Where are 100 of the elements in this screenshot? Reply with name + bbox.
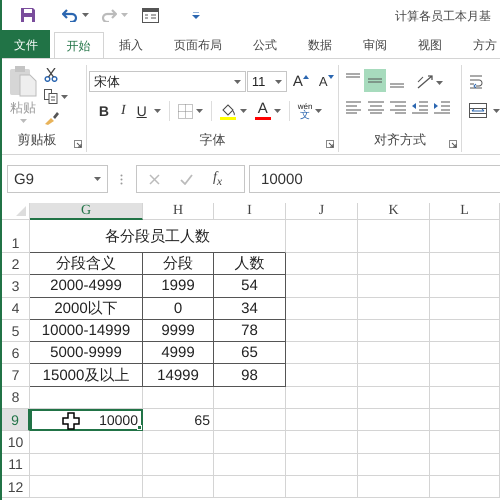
table-cell: [430, 275, 500, 298]
dialog-launcher-icon[interactable]: [326, 140, 334, 148]
table-cell: [214, 431, 286, 454]
table-cell: 分段: [143, 253, 214, 276]
caret-icon: [121, 13, 128, 17]
caret-icon: [61, 94, 68, 98]
borders-icon[interactable]: [178, 104, 193, 118]
ribbon-tab[interactable]: 视图: [402, 30, 458, 58]
row-header[interactable]: 7: [2, 364, 30, 387]
ribbon-tab[interactable]: 方方: [458, 30, 500, 58]
decrease-indent-icon[interactable]: [411, 100, 430, 114]
row-header[interactable]: 10: [2, 431, 30, 454]
ribbon-tab[interactable]: 插入: [104, 30, 158, 58]
font-color-button[interactable]: A: [254, 102, 271, 120]
row-header[interactable]: 6: [2, 342, 30, 364]
form-icon[interactable]: [142, 8, 159, 22]
table-cell: [430, 409, 500, 432]
table-cell: [286, 275, 358, 298]
copy-icon[interactable]: [44, 89, 58, 104]
table-cell: [214, 409, 286, 432]
caret-icon: [196, 109, 203, 113]
fill-color-icon[interactable]: [220, 102, 237, 120]
row-header[interactable]: 5: [2, 320, 30, 342]
table-cell: 2000-4999: [30, 275, 143, 298]
name-box[interactable]: G9: [7, 165, 108, 193]
table-cell: 9999: [143, 320, 214, 342]
table-cell: [358, 253, 430, 276]
row-header[interactable]: 1: [2, 220, 30, 253]
format-painter-icon[interactable]: [44, 111, 60, 125]
orientation-icon[interactable]: [416, 72, 434, 88]
customize-icon[interactable]: [192, 12, 200, 18]
table-cell: [358, 275, 430, 298]
ribbon-tab[interactable]: 公式: [238, 30, 292, 58]
column-header[interactable]: I: [214, 203, 286, 220]
grip-icon: [120, 174, 123, 184]
cut-icon[interactable]: [44, 68, 58, 82]
caret-icon: [274, 109, 281, 113]
table-cell: [286, 409, 358, 432]
table-cell: [358, 320, 430, 342]
italic-button[interactable]: I: [114, 103, 133, 119]
column-header[interactable]: H: [143, 203, 214, 220]
insert-function-button[interactable]: f$_{x}$: [213, 170, 222, 188]
wrap-text-icon[interactable]: [469, 75, 485, 89]
column-header[interactable]: K: [358, 203, 430, 220]
table-cell: [358, 386, 430, 410]
align-right-icon[interactable]: [389, 100, 408, 114]
fill-handle[interactable]: [137, 425, 142, 430]
ribbon-tab[interactable]: 数据: [292, 30, 348, 58]
ribbon-tab[interactable]: 页面布局: [158, 30, 238, 58]
align-center-icon[interactable]: [367, 100, 386, 114]
table-cell: [286, 386, 358, 410]
table-cell: [358, 364, 430, 387]
table-cell: 34: [214, 298, 286, 320]
row-header[interactable]: 11: [2, 454, 30, 476]
table-cell: 10000-14999: [30, 320, 143, 342]
underline-button[interactable]: U: [132, 103, 151, 119]
table-cell: [430, 253, 500, 276]
table-cell: [430, 431, 500, 454]
table-cell: 4999: [143, 342, 214, 364]
table-cell: [286, 220, 358, 253]
dialog-launcher-icon[interactable]: [449, 140, 457, 148]
group-label: 对齐方式: [373, 131, 428, 149]
vertical-align-middle-button[interactable]: [364, 69, 386, 92]
up-triangle-icon: [302, 74, 309, 78]
table-cell: [214, 476, 286, 498]
row-header[interactable]: 2: [2, 253, 30, 276]
table-cell: [430, 342, 500, 364]
caret-icon: [154, 109, 161, 113]
shrink-font-button[interactable]: A: [318, 72, 334, 90]
undo-icon[interactable]: [62, 8, 78, 22]
table-cell: [430, 454, 500, 476]
increase-indent-icon[interactable]: [433, 100, 452, 114]
table-cell: [358, 476, 430, 498]
column-header[interactable]: G: [30, 203, 143, 220]
row-header[interactable]: 9: [2, 409, 30, 432]
align-left-icon[interactable]: [345, 100, 364, 114]
column-header[interactable]: L: [430, 203, 500, 220]
ribbon-tab[interactable]: 审阅: [348, 30, 402, 58]
column-header[interactable]: J: [286, 203, 358, 220]
table-cell: [430, 386, 500, 410]
table-cell: [143, 454, 214, 476]
table-cell: 2000以下: [30, 298, 143, 320]
save-icon[interactable]: [20, 7, 36, 23]
font-name-field[interactable]: 宋体: [88, 71, 246, 92]
grow-font-button[interactable]: A: [292, 72, 309, 90]
row-header[interactable]: 12: [2, 476, 30, 498]
caret-icon: [315, 109, 322, 113]
merge-cells-icon[interactable]: [469, 103, 487, 118]
bold-button[interactable]: B: [94, 103, 114, 119]
row-header[interactable]: 3: [2, 275, 30, 298]
table-cell: [143, 431, 214, 454]
table-cell: 5000-9999: [30, 342, 143, 364]
caret-icon: [493, 108, 500, 112]
phonetic-button[interactable]: wén 文: [298, 102, 312, 120]
dialog-launcher-icon[interactable]: [74, 140, 82, 148]
table-cell: [358, 431, 430, 454]
row-header[interactable]: 4: [2, 298, 30, 320]
formula-input-field[interactable]: 10000: [249, 165, 500, 193]
font-size-field[interactable]: 11: [246, 71, 287, 92]
caret-icon: [436, 81, 444, 85]
